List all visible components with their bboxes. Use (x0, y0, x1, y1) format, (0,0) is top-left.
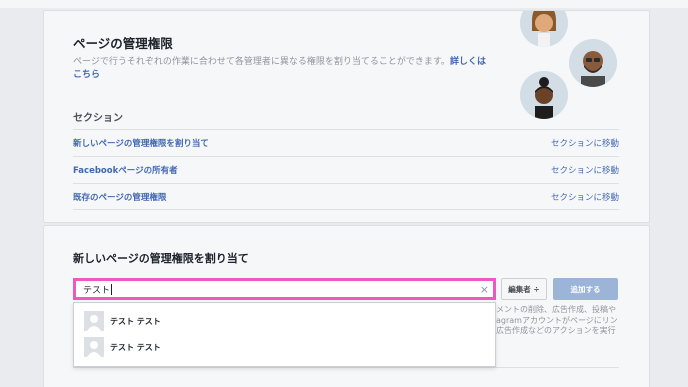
top-bar (0, 0, 688, 8)
illustration-avatar-person (520, 71, 568, 119)
default-avatar-icon (84, 337, 104, 357)
section-goto-owner[interactable]: セクションに移動 (551, 164, 619, 176)
assign-role-card: 新しいページの管理権限を割り当て テスト × 編集者 ÷ 追加する メントの削除… (43, 225, 650, 387)
section-link-existing[interactable]: 既存のページの管理権限 (73, 191, 166, 203)
assign-role-title: 新しいページの管理権限を割り当て (73, 252, 249, 265)
person-search-input[interactable]: テスト × (73, 278, 496, 300)
default-avatar-icon (84, 311, 104, 331)
illustration-avatar-man (569, 39, 617, 87)
section-link-owner[interactable]: Facebookページの所有者 (73, 164, 178, 176)
suggestion-name: テスト テスト (110, 342, 161, 352)
close-icon[interactable]: × (480, 283, 489, 297)
page-roles-card: ページの管理権限 ページで行うそれぞれの作業に合わせて各管理者に異なる権限を割り… (43, 10, 650, 223)
section-row-existing: 既存のページの管理権限 セクションに移動 (73, 183, 619, 210)
section-row-assign: 新しいページの管理権限を割り当て セクションに移動 (73, 129, 619, 156)
section-goto-assign[interactable]: セクションに移動 (551, 137, 619, 149)
suggestion-item[interactable]: テスト テスト (84, 310, 161, 332)
section-goto-existing[interactable]: セクションに移動 (551, 191, 619, 203)
search-value: テスト (83, 285, 111, 296)
divider (73, 367, 619, 368)
illustration-avatar-woman (520, 11, 568, 47)
add-button[interactable]: 追加する (553, 278, 618, 300)
page-description: ページで行うそれぞれの作業に合わせて各管理者に異なる権限を割り当てることができま… (73, 57, 486, 80)
role-helper-text: メントの削除、広告作成、投稿やagramアカウントがページにリン広告作成などのア… (496, 305, 618, 337)
page-title: ページの管理権限 (73, 36, 173, 51)
suggestions-dropdown: テスト テスト テスト テスト (73, 302, 496, 367)
suggestion-name: テスト テスト (110, 316, 161, 326)
suggestion-item[interactable]: テスト テスト (84, 336, 161, 358)
text-caret (111, 283, 113, 295)
section-row-owner: Facebookページの所有者 セクションに移動 (73, 156, 619, 183)
sections-heading: セクション (73, 113, 123, 124)
role-select[interactable]: 編集者 ÷ (501, 278, 547, 300)
section-link-assign[interactable]: 新しいページの管理権限を割り当て (73, 137, 209, 149)
